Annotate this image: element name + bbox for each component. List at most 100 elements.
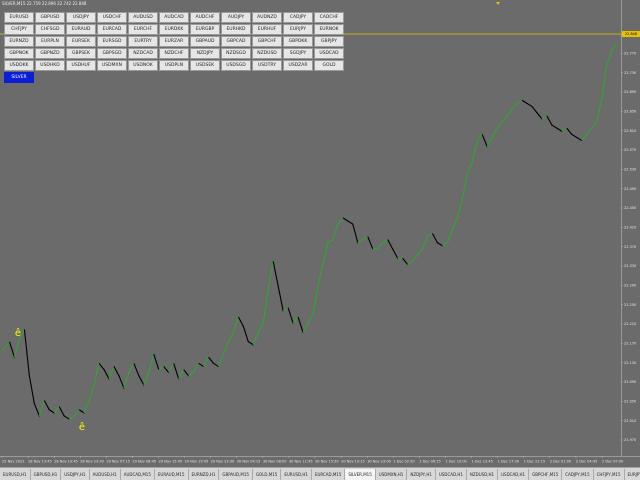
chart-tab[interactable]: EURAUD,M15 <box>155 468 189 480</box>
chart-tab[interactable]: USDCAD,H1 <box>436 468 467 480</box>
symbol-button-nzdcad[interactable]: NZDCAD <box>128 48 158 59</box>
series-segment <box>476 133 483 141</box>
chart-tab[interactable]: EURJPY,M15 <box>625 469 640 480</box>
symbol-button-gbpaud[interactable]: GBPAUD <box>190 36 220 47</box>
series-segment <box>237 316 244 327</box>
time-tick-label: 30 Nov 23:00 <box>367 460 391 464</box>
symbol-button-usdhuf[interactable]: USDHUF <box>66 60 96 71</box>
series-segment <box>33 403 40 417</box>
symbol-button-usdzar[interactable]: USDZAR <box>283 60 313 71</box>
symbol-button-eurdkk[interactable]: EURDKK <box>159 24 189 35</box>
symbol-button-eurhuf[interactable]: EURHUF <box>252 24 282 35</box>
chart-tab[interactable]: SILVER,M15 <box>345 468 376 480</box>
symbol-button-usdmxn[interactable]: USDMXN <box>97 60 127 71</box>
symbol-button-gbpusd[interactable]: GBPUSD <box>35 12 65 23</box>
symbol-button-gbpcad[interactable]: GBPCAD <box>221 36 251 47</box>
symbol-button-audjpy[interactable]: AUDJPY <box>221 12 251 23</box>
series-segment <box>93 363 100 386</box>
symbol-button-silver[interactable]: SILVER <box>4 72 34 83</box>
chart-tab[interactable]: GBPAUD,M15 <box>219 468 253 480</box>
symbol-button-nzdchf[interactable]: NZDCHF <box>159 48 189 59</box>
symbol-button-usdcad[interactable]: USDCAD <box>314 48 344 59</box>
symbol-button-eurjpy[interactable]: EURJPY <box>283 24 313 35</box>
chart-tab[interactable]: GBPUSD,H1 <box>31 468 62 480</box>
symbol-button-gbpnzd[interactable]: GBPNZD <box>35 48 65 59</box>
chart-tab[interactable]: AUDCAD,M15 <box>121 468 155 480</box>
symbol-button-eurcad[interactable]: EURCAD <box>97 24 127 35</box>
symbol-button-euraud[interactable]: EURAUD <box>66 24 96 35</box>
chart-tab[interactable]: CADJPY,M15 <box>562 468 594 480</box>
symbol-button-usdnok[interactable]: USDNOK <box>128 60 158 71</box>
symbol-button-eurtry[interactable]: EURTRY <box>128 36 158 47</box>
symbol-button-usdsgd[interactable]: USDSGD <box>221 60 251 71</box>
symbol-button-gold[interactable]: GOLD <box>314 60 344 71</box>
price-tick-label: 22.050 <box>624 400 636 404</box>
symbol-button-gbpsek[interactable]: GBPSEK <box>66 48 96 59</box>
symbol-button-nzdsgd[interactable]: NZDSGD <box>221 48 251 59</box>
chart-tab[interactable]: EURUSD,H1 <box>0 468 31 480</box>
chart-tab[interactable]: USDCAD,H1 <box>498 468 530 480</box>
symbol-button-eurchf[interactable]: EURCHF <box>128 24 158 35</box>
chart-tab[interactable]: EURUSD,H1 <box>281 468 312 480</box>
symbol-button-cadchf[interactable]: CADCHF <box>314 12 344 23</box>
symbol-button-nzdjpy[interactable]: NZDJPY <box>190 48 220 59</box>
series-segment <box>561 127 568 132</box>
symbol-button-usdhkd[interactable]: USDHKD <box>35 60 65 71</box>
series-segment <box>248 341 254 346</box>
symbol-button-audusd[interactable]: AUDUSD <box>128 12 158 23</box>
symbol-button-eurhkd[interactable]: EURHKD <box>221 24 251 35</box>
symbol-button-usdjpy[interactable]: USDJPY <box>66 12 96 23</box>
time-tick-label: 29 Nov 23:30 <box>211 460 235 464</box>
symbol-button-audchf[interactable]: AUDCHF <box>190 12 220 23</box>
series-segment <box>571 133 577 138</box>
series-segment <box>531 106 538 114</box>
symbol-button-gbpdkk[interactable]: GBPDKK <box>283 36 313 47</box>
symbol-button-nzdusd[interactable]: NZDUSD <box>252 48 282 59</box>
series-segment <box>586 127 593 135</box>
price-tick-label: 22.130 <box>624 361 636 365</box>
symbol-button-usddkk[interactable]: USDDKK <box>4 60 34 71</box>
signal-marker: ê <box>15 327 21 339</box>
symbol-button-cadjpy[interactable]: CADJPY <box>283 12 313 23</box>
symbol-button-gbpnok[interactable]: GBPNOK <box>4 48 34 59</box>
chart-tab[interactable]: NZDUSD,H1 <box>467 468 499 480</box>
symbol-button-gbpjpy[interactable]: GBPJPY <box>314 36 344 47</box>
chart-tab[interactable]: EURNZD,H1 <box>189 468 220 480</box>
symbol-button-audcad[interactable]: AUDCAD <box>159 12 189 23</box>
chart-tab[interactable]: NZDJPY,H1 <box>407 468 436 480</box>
chart-tab[interactable]: GBPCHF,M15 <box>529 468 563 480</box>
chart-tab[interactable]: AUDUSD,H1 <box>90 468 121 480</box>
symbol-button-eurnzd[interactable]: EURNZD <box>4 36 34 47</box>
symbol-button-eursek[interactable]: EURSEK <box>66 36 96 47</box>
chart-tab[interactable]: USDJPY,H1 <box>61 468 90 480</box>
chart-tab[interactable]: EURCAD,M15 <box>312 468 346 480</box>
symbol-button-usdchf[interactable]: USDCHF <box>97 12 127 23</box>
series-segment <box>446 230 453 243</box>
symbol-button-usdpln[interactable]: USDPLN <box>159 60 189 71</box>
symbol-button-usdsek[interactable]: USDSEK <box>190 60 220 71</box>
symbol-button-eurgbp[interactable]: EURGBP <box>190 24 220 35</box>
chart-tab[interactable]: CHFJPY,M15 <box>594 468 625 480</box>
symbol-button-eurpln[interactable]: EURPLN <box>35 36 65 47</box>
series-segment <box>421 236 428 250</box>
symbol-button-eurusd[interactable]: EURUSD <box>4 12 34 23</box>
series-segment <box>471 140 478 163</box>
series-segment <box>128 363 135 373</box>
symbol-button-chfjpy[interactable]: CHFJPY <box>4 24 34 35</box>
chart-tab[interactable]: USDMXN,H1 <box>376 468 408 480</box>
series-segment <box>267 261 274 290</box>
symbol-button-chfsgd[interactable]: CHFSGD <box>35 24 65 35</box>
symbol-button-usdtry[interactable]: USDTRY <box>252 60 282 71</box>
series-segment <box>113 366 120 376</box>
symbol-button-gbpsgd[interactable]: GBPSGD <box>97 48 127 59</box>
symbol-button-eursgd[interactable]: EURSGD <box>97 36 127 47</box>
series-segment <box>312 285 319 314</box>
symbol-button-sgdjpy[interactable]: SGDJPY <box>283 48 313 59</box>
series-segment <box>287 307 294 324</box>
symbol-button-eurnok[interactable]: EURNOK <box>314 24 344 35</box>
series-segment <box>183 369 190 377</box>
symbol-button-eurzar[interactable]: EURZAR <box>159 36 189 47</box>
symbol-button-gbpchf[interactable]: GBPCHF <box>252 36 282 47</box>
chart-tab[interactable]: GOLD,M15 <box>253 468 282 480</box>
symbol-button-audnzd[interactable]: AUDNZD <box>252 12 282 23</box>
